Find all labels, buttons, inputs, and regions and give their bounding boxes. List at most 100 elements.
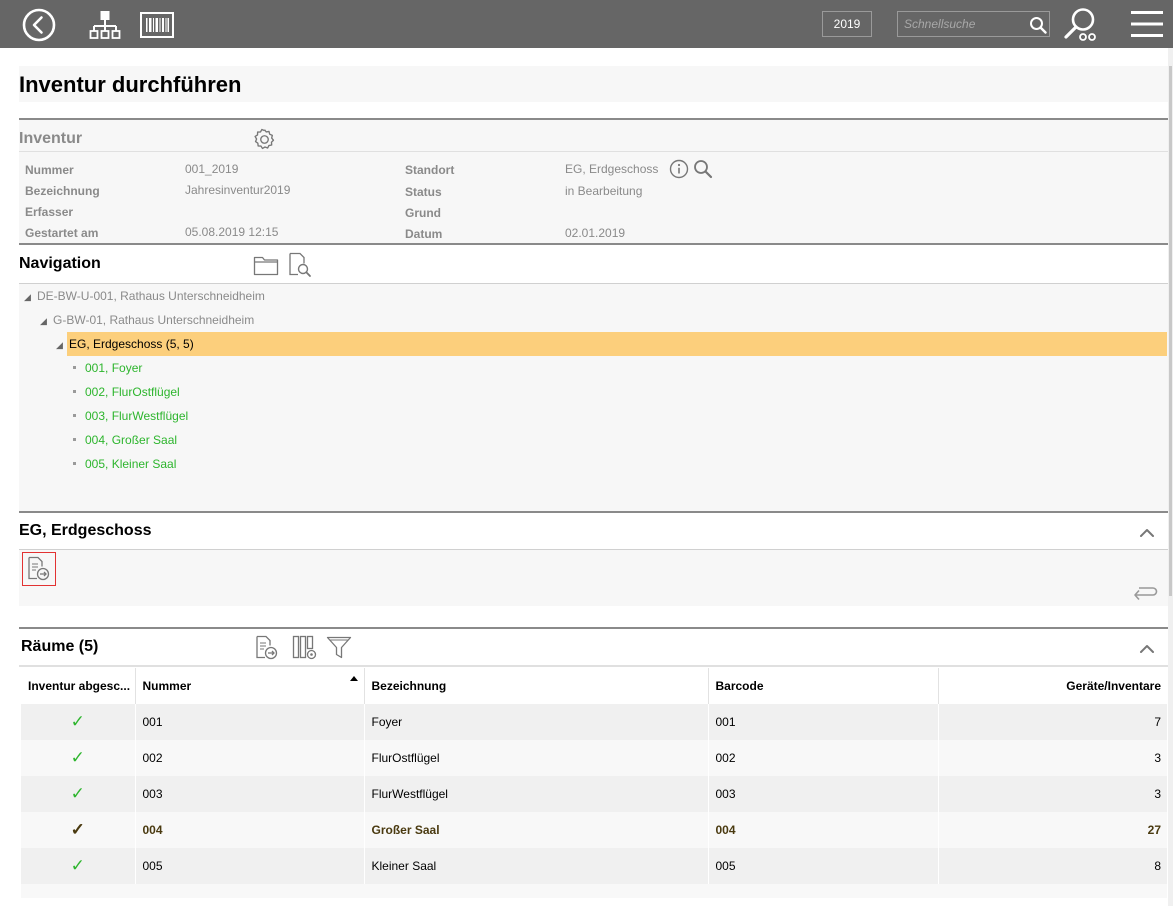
document-search-icon[interactable] xyxy=(288,252,312,278)
table-row[interactable]: ✓ 003 FlurWestflügel 003 3 xyxy=(21,776,1167,812)
divider xyxy=(19,665,1168,667)
tree-bullet xyxy=(73,414,76,417)
document-export-button[interactable] xyxy=(22,552,56,586)
search-icon[interactable] xyxy=(1029,16,1047,34)
tree-bullet xyxy=(73,462,76,465)
table-row[interactable]: ✓ 005 Kleiner Saal 005 8 xyxy=(21,848,1167,884)
tree-expand-icon[interactable]: ◢ xyxy=(24,292,31,303)
cell-barcode: 003 xyxy=(708,776,939,812)
cell-bezeichnung: FlurWestflügel xyxy=(364,776,709,812)
column-header-inventur-done[interactable]: Inventur abgesc... xyxy=(21,668,136,704)
column-header-nummer[interactable]: Nummer xyxy=(135,668,365,704)
cell-nummer: 003 xyxy=(135,776,365,812)
cell-count: 27 xyxy=(938,812,1167,848)
table-row[interactable]: ✓ 004 Großer Saal 004 27 xyxy=(21,812,1167,848)
divider xyxy=(19,627,1168,629)
rooms-section-title: Räume (5) xyxy=(21,638,99,655)
scrollbar-thumb[interactable] xyxy=(1169,66,1172,596)
tree-leaf-room[interactable]: 004, Großer Saal xyxy=(85,433,177,447)
advanced-search-icon[interactable] xyxy=(1063,6,1099,42)
column-header-barcode[interactable]: Barcode xyxy=(708,668,939,704)
cell-count: 8 xyxy=(938,848,1167,884)
field-value-standort: EG, Erdgeschoss xyxy=(565,162,659,176)
table-header-row: Inventur abgesc... Nummer Bezeichnung Ba… xyxy=(21,668,1167,704)
tree-node-building[interactable]: DE-BW-U-001, Rathaus Unterschneidheim xyxy=(37,289,265,303)
cell-bezeichnung: Foyer xyxy=(364,704,709,740)
quick-search[interactable] xyxy=(897,11,1050,37)
column-header-nummer-label: Nummer xyxy=(142,679,192,693)
cell-barcode: 002 xyxy=(708,740,939,776)
cell-count: 7 xyxy=(938,704,1167,740)
tree-expand-icon[interactable]: ◢ xyxy=(56,340,63,351)
divider xyxy=(19,243,1168,245)
column-settings-icon[interactable] xyxy=(292,635,318,661)
checkmark-icon: ✓ xyxy=(21,704,136,740)
cell-nummer: 002 xyxy=(135,740,365,776)
back-icon[interactable] xyxy=(22,8,56,42)
chevron-up-icon[interactable] xyxy=(1139,526,1155,538)
search-icon[interactable] xyxy=(693,159,713,179)
checkmark-icon: ✓ xyxy=(21,812,136,848)
field-label-standort: Standort xyxy=(405,163,455,177)
cell-barcode: 004 xyxy=(708,812,939,848)
divider xyxy=(19,511,1168,513)
tree-bullet xyxy=(73,390,76,393)
return-icon[interactable] xyxy=(1132,584,1158,604)
settings-icon[interactable] xyxy=(252,127,277,152)
cell-bezeichnung: Großer Saal xyxy=(364,812,709,848)
tree-node-selected[interactable]: EG, Erdgeschoss (5, 5) xyxy=(67,332,1167,356)
tree-expand-icon[interactable]: ◢ xyxy=(40,316,47,327)
table-row[interactable]: ✓ 001 Foyer 001 7 xyxy=(21,704,1167,740)
column-header-bezeichnung[interactable]: Bezeichnung xyxy=(364,668,709,704)
filter-icon[interactable] xyxy=(326,635,352,661)
chevron-up-icon[interactable] xyxy=(1139,642,1155,654)
field-label-nummer: Nummer xyxy=(25,163,74,177)
column-header-geraete[interactable]: Geräte/Inventare xyxy=(938,668,1167,704)
inventur-section-title: Inventur xyxy=(19,130,83,147)
field-value-status: in Bearbeitung xyxy=(565,184,643,198)
cell-barcode: 005 xyxy=(708,848,939,884)
checkmark-icon: ✓ xyxy=(21,776,136,812)
cell-count: 3 xyxy=(938,776,1167,812)
cell-bezeichnung: FlurOstflügel xyxy=(364,740,709,776)
page-title: Inventur durchführen xyxy=(19,72,242,97)
divider xyxy=(19,151,1168,152)
tree-node-structure[interactable]: G-BW-01, Rathaus Unterschneidheim xyxy=(53,313,254,327)
document-export-icon[interactable] xyxy=(255,635,279,661)
folder-icon[interactable] xyxy=(253,254,279,276)
rooms-table: Inventur abgesc... Nummer Bezeichnung Ba… xyxy=(21,668,1167,884)
detail-panel xyxy=(19,550,1168,606)
cell-nummer: 001 xyxy=(135,704,365,740)
cell-count: 3 xyxy=(938,740,1167,776)
field-label-status: Status xyxy=(405,185,442,199)
cell-bezeichnung: Kleiner Saal xyxy=(364,848,709,884)
sort-ascending-icon xyxy=(349,676,358,681)
year-selector[interactable]: 2019 xyxy=(822,11,872,37)
table-row[interactable]: ✓ 002 FlurOstflügel 002 3 xyxy=(21,740,1167,776)
quick-search-input[interactable] xyxy=(904,14,1022,34)
cell-nummer: 004 xyxy=(135,812,365,848)
tree-leaf-room[interactable]: 001, Foyer xyxy=(85,361,142,375)
field-value-nummer: 001_2019 xyxy=(185,162,239,176)
tree-leaf-room[interactable]: 005, Kleiner Saal xyxy=(85,457,176,471)
cell-nummer: 005 xyxy=(135,848,365,884)
hierarchy-icon[interactable] xyxy=(89,10,121,40)
tree-node-selected-label: EG, Erdgeschoss (5, 5) xyxy=(69,337,194,351)
document-arrow-icon xyxy=(28,556,50,581)
field-value-datum: 02.01.2019 xyxy=(565,226,626,240)
detail-section-title: EG, Erdgeschoss xyxy=(19,522,152,539)
field-label-erfasser: Erfasser xyxy=(25,205,74,219)
menu-icon[interactable] xyxy=(1130,10,1164,38)
tree-leaf-room[interactable]: 003, FlurWestflügel xyxy=(85,409,188,423)
barcode-scanner-icon[interactable] xyxy=(140,12,174,38)
cell-barcode: 001 xyxy=(708,704,939,740)
field-value-gestartet: 05.08.2019 12:15 xyxy=(185,225,279,239)
tree-leaf-room[interactable]: 002, FlurOstflügel xyxy=(85,385,180,399)
tree-bullet xyxy=(73,438,76,441)
field-label-grund: Grund xyxy=(405,206,441,220)
top-bar: 2019 xyxy=(0,0,1173,48)
table-footer xyxy=(21,884,1167,898)
info-icon[interactable] xyxy=(669,159,689,179)
field-value-bezeichnung: Jahresinventur2019 xyxy=(185,183,291,197)
navigation-section-title: Navigation xyxy=(19,255,101,272)
